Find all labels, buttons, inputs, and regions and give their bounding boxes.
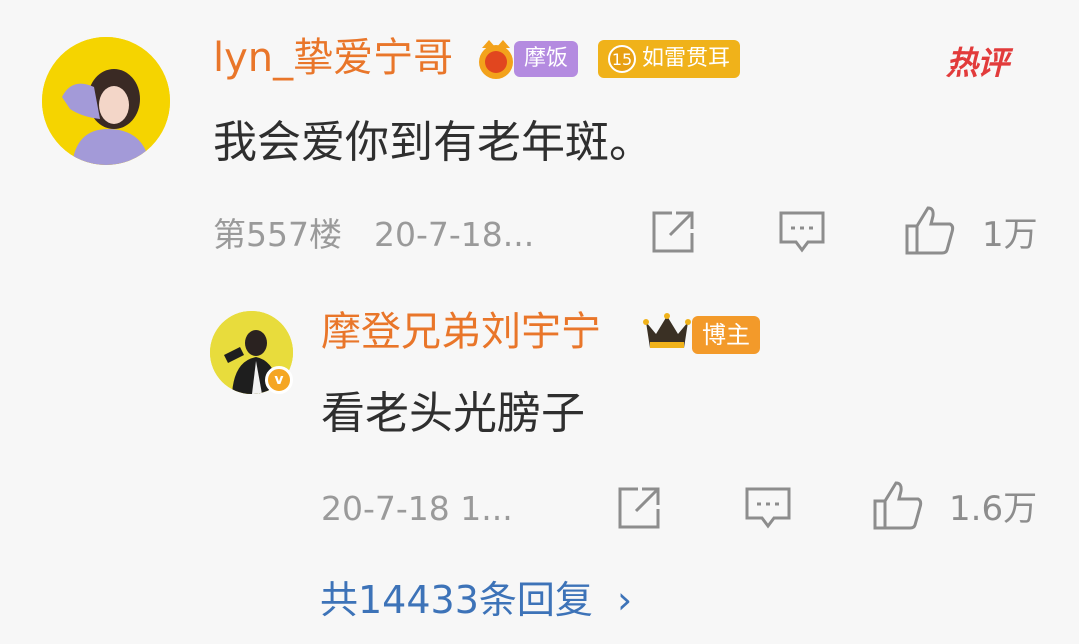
comment-content: 我会爱你到有老年斑。 xyxy=(213,117,653,168)
share-icon[interactable] xyxy=(650,209,696,255)
thumbs-up-icon[interactable] xyxy=(872,479,924,531)
chevron-right-icon: › xyxy=(616,578,633,622)
comment-username[interactable]: lyn_挚爱宁哥 xyxy=(213,34,453,82)
reply-username[interactable]: 摩登兄弟刘宇宁 xyxy=(321,308,601,356)
crown-icon xyxy=(474,38,518,80)
comment-icon[interactable] xyxy=(778,210,826,254)
more-replies-label: 共14433条回复 xyxy=(320,578,593,622)
level-badge: 15 如雷贯耳 xyxy=(598,40,741,78)
comment-icon[interactable] xyxy=(744,486,792,530)
reply-timestamp: 20-7-18 1... xyxy=(321,489,513,528)
reply-like-count: 1.6万 xyxy=(949,489,1038,529)
share-icon[interactable] xyxy=(616,485,662,531)
member-badge: 摩饭 xyxy=(514,41,579,77)
hot-comment-tag: 热评 xyxy=(946,44,1009,82)
more-replies-link[interactable]: 共14433条回复 › xyxy=(320,576,632,624)
thumbs-up-icon[interactable] xyxy=(904,204,956,256)
verified-icon: v xyxy=(265,366,293,394)
reply-content: 看老头光膀子 xyxy=(321,388,585,439)
comment-timestamp: 20-7-18... xyxy=(374,215,535,254)
comment-like-count: 1万 xyxy=(982,215,1038,255)
level-label: 如雷贯耳 xyxy=(642,46,731,71)
role-badge: 博主 xyxy=(692,316,760,354)
comment-floor: 第557楼 xyxy=(213,215,342,254)
crown-icon xyxy=(642,312,692,352)
level-number: 15 xyxy=(608,45,636,73)
avatar-lyn[interactable] xyxy=(42,37,170,165)
